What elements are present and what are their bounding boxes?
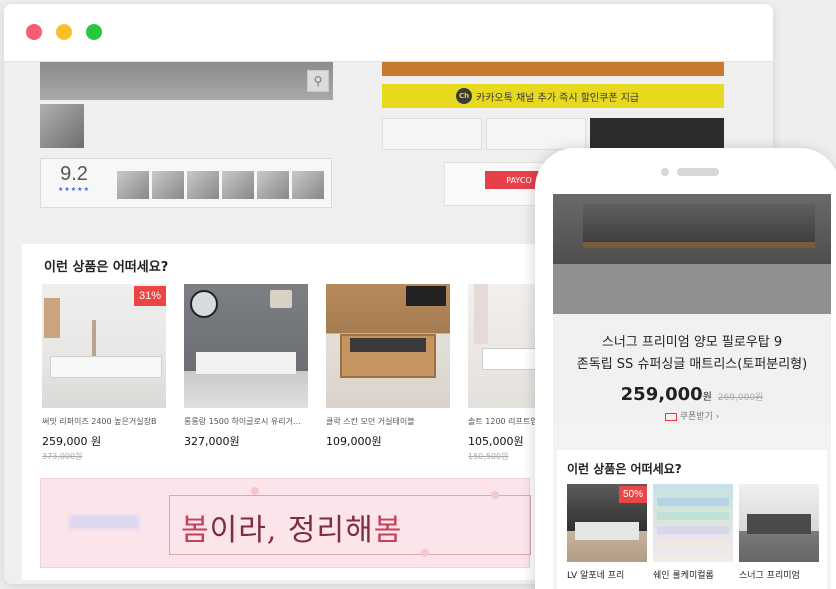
mobile-product-info: 스너그 프리미엄 양모 필로우탑 9 존독립 SS 슈퍼싱글 매트리스(토퍼분리… [553,314,831,424]
mobile-recommend-list: 50% LV 알포네 프리 쉐인 롤케미컬롬 스너그 프리미엄 [567,484,819,583]
kakao-channel-banner[interactable]: Ch 카카오톡 채널 추가 즉시 할인쿠폰 지급 [382,84,724,108]
petal-decoration [421,549,429,557]
product-image[interactable] [739,484,819,562]
phone-speaker [677,168,719,176]
buy-button[interactable] [590,118,724,150]
product-name-line: 스너그 프리미엄 양모 필로우탑 9 [601,335,783,350]
recommend-item[interactable]: 롱롱랑 1500 하이글로시 유리거… 327,000원 [184,284,308,462]
kakao-channel-icon: Ch [456,88,472,104]
sns-banner[interactable] [382,62,724,76]
product-name[interactable]: 써밋 리퍼이즈 2400 높은거실장B [42,416,166,427]
mobile-product-name: 스너그 프리미엄 양모 필로우탑 9 존독립 SS 슈퍼싱글 매트리스(토퍼분리… [553,332,831,376]
product-image[interactable]: 31% [42,284,166,408]
mobile-recommend-section: 이런 상품은 어떠세요? 50% LV 알포네 프리 쉐인 롤케미컬롬 스너그 … [557,450,827,589]
petal-decoration [251,487,259,495]
banner-slogan: 봄이라, 정리해봄 [181,505,402,549]
mobile-phone: 스너그 프리미엄 양모 필로우탑 9 존독립 SS 슈퍼싱글 매트리스(토퍼분리… [535,148,836,589]
review-photo[interactable] [117,171,149,199]
kakao-channel-text: 카카오톡 채널 추가 즉시 할인쿠폰 지급 [476,92,640,104]
product-price: 259,000 원 [42,435,102,448]
product-image[interactable] [184,284,308,408]
product-main-image [40,62,333,100]
star-rating-icon: ★★★★★ [58,187,90,193]
title-bar [4,4,773,62]
product-name[interactable]: 스너그 프리미엄 [739,570,819,583]
review-photo[interactable] [257,171,289,199]
discount-badge: 31% [133,286,166,306]
zoom-icon[interactable]: ⚲ [307,70,329,92]
mobile-screen: 스너그 프리미엄 양모 필로우탑 9 존독립 SS 슈퍼싱글 매트리스(토퍼분리… [553,194,831,589]
price-unit: 원 [702,392,712,403]
product-name[interactable]: LV 알포네 프리 [567,570,647,583]
recommend-item[interactable]: 31% 써밋 리퍼이즈 2400 높은거실장B 259,000 원 373,00… [42,284,166,462]
minimize-dot[interactable] [56,24,72,40]
review-photo[interactable] [292,171,324,199]
product-name[interactable]: 쉐인 롤케미컬롬 [653,570,733,583]
review-photo[interactable] [187,171,219,199]
review-photo[interactable] [222,171,254,199]
mobile-product-price: 259,000원 269,000원 [553,384,831,405]
close-dot[interactable] [26,24,42,40]
review-photo-strip [117,171,324,199]
product-image[interactable] [653,484,733,562]
mobile-recommend-title: 이런 상품은 어떠세요? [567,462,682,476]
purchase-button-row [382,118,724,150]
rating-panel: 9.2 ★★★★★ [40,158,332,208]
coupon-label: 쿠폰받기 › [679,412,720,422]
product-name[interactable]: 클락 스칸 모던 거실테이블 [326,416,450,427]
review-photo[interactable] [152,171,184,199]
mobile-product-image[interactable] [553,194,831,314]
recommend-list: 31% 써밋 리퍼이즈 2400 높은거실장B 259,000 원 373,00… [42,284,592,462]
cart-button[interactable] [486,118,586,150]
product-image[interactable] [326,284,450,408]
camera-dot [661,168,669,176]
recommend-item[interactable]: 클락 스칸 모던 거실테이블 109,000원 [326,284,450,462]
wishlist-button[interactable] [382,118,482,150]
slogan-part: 봄 [373,513,403,548]
coupon-button[interactable]: 쿠폰받기 › [553,409,831,422]
price-value: 259,000 [620,384,703,405]
product-image[interactable]: 50% [567,484,647,562]
mobile-recommend-item[interactable]: 50% LV 알포네 프리 [567,484,647,583]
maximize-dot[interactable] [86,24,102,40]
product-price: 109,000원 [326,435,382,448]
discount-badge: 50% [618,486,647,503]
product-name[interactable]: 롱롱랑 1500 하이글로시 유리거… [184,416,308,427]
old-price: 269,000원 [717,393,764,403]
product-name-line: 존독립 SS 슈퍼싱글 매트리스(토퍼분리형) [576,357,808,372]
coupon-icon [664,412,677,421]
petal-decoration [491,491,499,499]
slogan-part: 이라, 정리해 [209,513,374,548]
rating-value: 9.2 [60,163,88,185]
slogan-part: 봄 [181,513,210,548]
original-price: 373,000원 [42,452,83,461]
product-thumbnail[interactable] [40,104,84,148]
recommend-section: 이런 상품은 어떠세요? 31% 써밋 리퍼이즈 2400 높은거실장B 259… [22,244,592,580]
promo-banner[interactable]: 봄이라, 정리해봄 [40,478,531,568]
rating-score: 9.2 ★★★★★ [47,163,101,203]
recommend-title: 이런 상품은 어떠세요? [44,260,169,275]
mobile-recommend-item[interactable]: 쉐인 롤케미컬롬 [653,484,733,583]
product-price: 327,000원 [184,435,240,448]
mobile-recommend-item[interactable]: 스너그 프리미엄 [739,484,819,583]
brand-logo [69,515,139,529]
